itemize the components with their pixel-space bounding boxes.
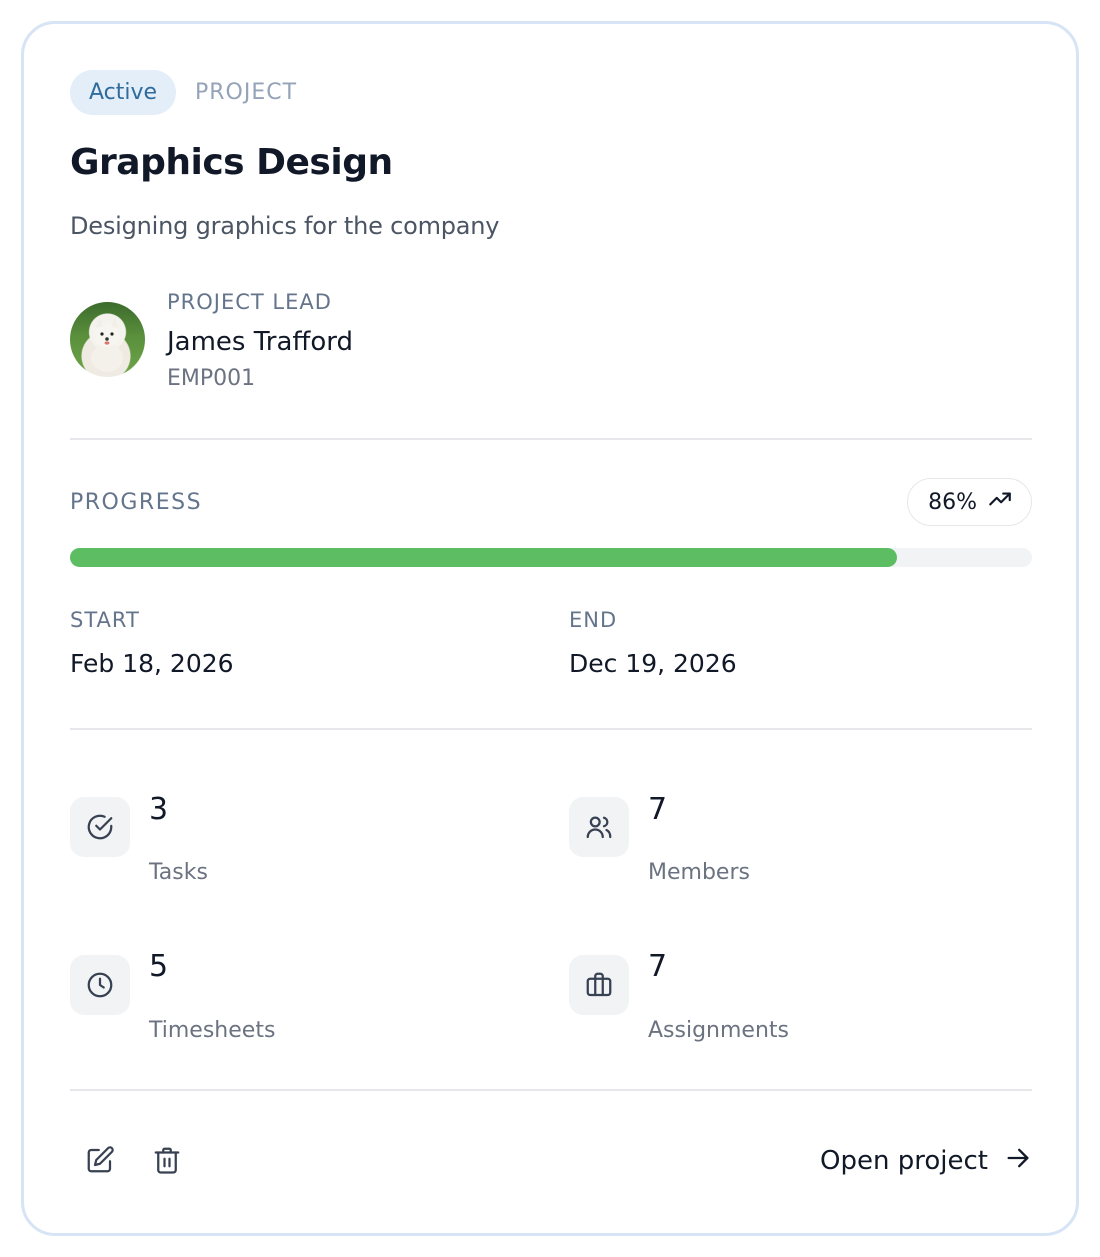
assignments-label: Assignments (648, 1018, 789, 1043)
members-label: Members (648, 860, 750, 885)
project-kind-label: PROJECT (195, 80, 298, 105)
edit-icon (87, 1146, 114, 1173)
tasks-count: 3 (149, 792, 169, 827)
project-lead-name: James Trafford (167, 327, 353, 357)
assignments-count: 7 (648, 949, 668, 984)
divider (70, 438, 1032, 440)
briefcase-icon (569, 955, 629, 1015)
divider (70, 728, 1032, 730)
end-date-value: Dec 19, 2026 (569, 649, 737, 678)
tasks-label: Tasks (149, 860, 208, 885)
end-date-label: END (569, 608, 618, 632)
members-count: 7 (648, 792, 668, 827)
edit-button[interactable] (82, 1142, 118, 1178)
users-icon (569, 797, 629, 857)
progress-percent-text: 86% (928, 489, 977, 515)
lead-avatar (70, 302, 145, 377)
timesheets-label: Timesheets (149, 1018, 276, 1043)
progress-percent-chip: 86% (907, 478, 1032, 526)
trash-icon (154, 1147, 180, 1174)
project-lead-employee-id: EMP001 (167, 366, 256, 391)
progress-bar-fill (70, 548, 898, 567)
arrow-right-icon (1004, 1144, 1032, 1179)
divider (70, 1089, 1032, 1091)
project-title: Graphics Design (70, 142, 393, 183)
delete-button[interactable] (149, 1142, 185, 1178)
project-lead-label: PROJECT LEAD (167, 290, 332, 314)
start-date-value: Feb 18, 2026 (70, 649, 234, 678)
timesheets-count: 5 (149, 949, 169, 984)
start-date-label: START (70, 608, 140, 632)
clock-icon (70, 955, 130, 1015)
check-circle-icon (70, 797, 130, 857)
progress-bar-track (70, 548, 1032, 567)
project-card: Active PROJECT Graphics Design Designing… (21, 21, 1079, 1236)
status-badge: Active (70, 70, 177, 115)
open-project-label: Open project (820, 1146, 988, 1176)
progress-label: PROGRESS (70, 490, 203, 515)
open-project-link[interactable]: Open project (820, 1141, 1032, 1181)
project-description: Designing graphics for the company (70, 212, 500, 240)
trending-up-icon (987, 486, 1013, 518)
avatar-photo (91, 316, 123, 372)
